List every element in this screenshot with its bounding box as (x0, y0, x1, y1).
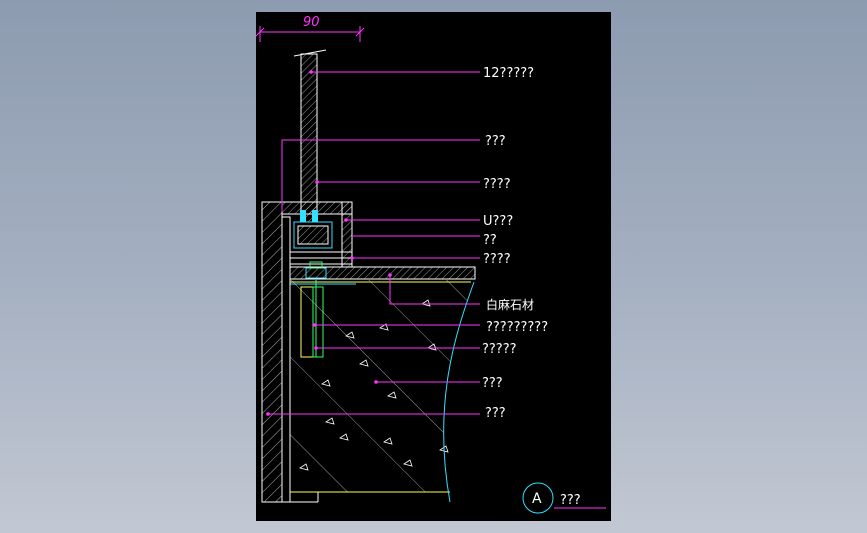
section-detail-drawing: 90 12????? ??? ???? U??? ?? ???? 白麻石材 ??… (256, 15, 606, 514)
cad-drawing-canvas: 90 12????? ??? ???? U??? ?? ???? 白麻石材 ??… (256, 12, 611, 521)
label-glass-thickness: 12????? (483, 66, 534, 81)
wall-column (261, 201, 291, 503)
label-row-3: ???? (483, 177, 511, 192)
label-row-9: ????? (482, 342, 517, 357)
label-row-11: ??? (485, 406, 506, 421)
label-u-channel: U??? (483, 214, 513, 229)
label-stone: 白麻石材 (486, 297, 534, 312)
dimension-value: 90 (303, 15, 320, 30)
label-row-5: ?? (483, 233, 497, 248)
detail-tag-letter: A (532, 491, 542, 507)
label-row-8: ????????? (486, 320, 548, 335)
label-row-6: ???? (483, 252, 511, 267)
label-row-10: ??? (482, 376, 503, 391)
label-row-2: ??? (485, 134, 506, 149)
dimension-90: 90 (256, 15, 365, 42)
detail-tag-title: ??? (560, 493, 581, 508)
detail-tag: A ??? (522, 482, 606, 514)
glass-panel (293, 49, 327, 223)
concrete-body (282, 280, 474, 503)
annotation-labels: 12????? ??? ???? U??? ?? ???? 白麻石材 ?????… (482, 66, 548, 421)
